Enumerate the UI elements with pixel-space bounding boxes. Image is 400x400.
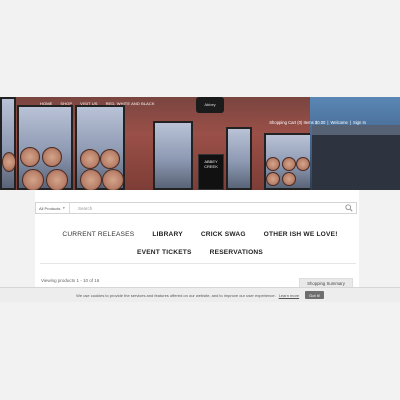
category-menu-row-1: CURRENT RELEASES LIBRARY CRICK SWAG OTHE… — [40, 231, 360, 238]
sign-in-link[interactable]: Sign In — [353, 120, 366, 125]
menu-current-releases[interactable]: CURRENT RELEASES — [62, 231, 134, 238]
cookie-learn-more-link[interactable]: Learn more — [279, 293, 299, 298]
nav-red-white-black-link[interactable]: RED, WHITE AND BLACK — [106, 101, 155, 106]
hanging-sign: Abbey — [196, 97, 224, 113]
menu-reservations[interactable]: RESERVATIONS — [210, 249, 263, 256]
door-sign-text: ABBEY CREEK — [204, 159, 218, 169]
nav-home-link[interactable]: HOME — [40, 101, 52, 106]
menu-event-tickets[interactable]: EVENT TICKETS — [137, 249, 192, 256]
cookie-accept-button[interactable]: Got it! — [305, 291, 324, 299]
cart-summary-link[interactable]: Shopping Cart (0) Items $0.00 — [269, 120, 325, 125]
separator: | — [327, 120, 329, 125]
main-nav: HOME SHOP VISIT US RED, WHITE AND BLACK — [40, 101, 155, 106]
product-count: Viewing products 1 - 10 of 16 — [41, 278, 100, 283]
page-top-background — [0, 0, 400, 97]
hero-banner: Abbey ABBEY CREEK — [0, 97, 400, 190]
menu-divider — [40, 263, 356, 264]
category-select-value: All Products — [39, 205, 61, 211]
cookie-message: We use cookies to provide the services a… — [76, 292, 276, 298]
search-input[interactable]: Search — [70, 203, 342, 213]
menu-other-ish[interactable]: OTHER ISH WE LOVE! — [264, 231, 338, 238]
menu-crick-swag[interactable]: CRICK SWAG — [201, 231, 246, 238]
cookie-consent-bar: We use cookies to provide the services a… — [0, 287, 400, 302]
nav-shop-link[interactable]: SHOP — [60, 101, 72, 106]
neighbor-roof — [312, 125, 400, 190]
cart-bar: Shopping Cart (0) Items $0.00 | Welcome … — [269, 120, 366, 125]
nav-visit-us-link[interactable]: VISIT US — [80, 101, 97, 106]
category-menu-row-2: EVENT TICKETS RESERVATIONS — [40, 249, 360, 256]
separator: | — [349, 120, 351, 125]
search-bar: All Products ▼ Search — [35, 202, 357, 214]
chevron-down-icon: ▼ — [62, 206, 66, 210]
page-bottom-background — [0, 302, 400, 400]
search-icon[interactable] — [342, 203, 356, 213]
menu-library[interactable]: LIBRARY — [152, 231, 182, 238]
welcome-text: Welcome — [330, 120, 348, 125]
category-select[interactable]: All Products ▼ — [36, 203, 70, 213]
